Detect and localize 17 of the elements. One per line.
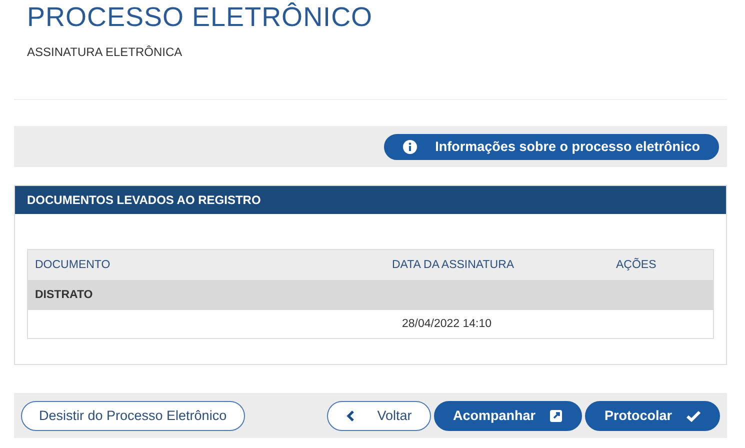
page-subtitle: ASSINATURA ELETRÔNICA — [27, 45, 182, 59]
panel-header: DOCUMENTOS LEVADOS AO REGISTRO — [15, 186, 726, 214]
group-cell: DISTRATO — [35, 289, 93, 301]
info-button[interactable]: Informações sobre o processo eletrônico — [384, 134, 719, 160]
submit-button[interactable]: Protocolar — [585, 400, 720, 430]
checkmark-icon — [686, 410, 701, 422]
follow-button[interactable]: Acompanhar — [434, 400, 582, 430]
chevron-left-icon — [346, 410, 356, 422]
column-header: AÇÕES — [609, 250, 714, 280]
back-button[interactable]: Voltar — [326, 400, 431, 430]
page-title: PROCESSO ELETRÔNICO — [27, 1, 374, 33]
info-icon — [403, 140, 418, 154]
column-header: DATA DA ASSINATURA — [392, 250, 609, 280]
column-header: DOCUMENTO — [28, 250, 392, 280]
external-link-icon — [549, 408, 564, 422]
table-cell: 28/04/2022 14:10 — [402, 318, 492, 330]
cancel-button[interactable]: Desistir do Processo Eletrônico — [21, 400, 245, 430]
